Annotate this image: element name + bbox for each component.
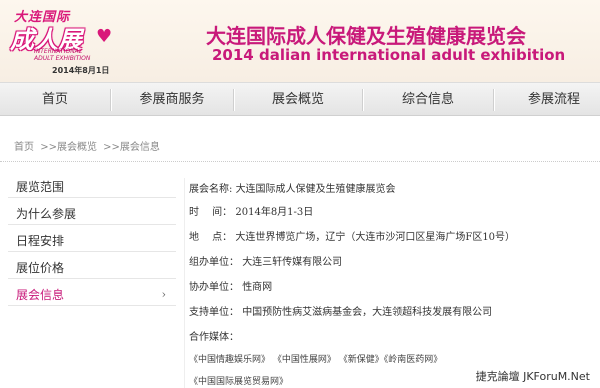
info-row-organizer: 组办单位： 大连三轩传媒有限公司	[189, 253, 342, 268]
nav-item-overview[interactable]: 展会概览	[234, 83, 362, 116]
info-value: 中国预防性病艾滋病基金会，大连领超科技发展有限公司	[242, 307, 493, 318]
main-nav: 首页 参展商服务 展会概览 综合信息 参展流程	[0, 82, 600, 116]
heart-icon: ♥	[96, 26, 113, 47]
breadcrumb-separator: >>	[103, 142, 120, 153]
nav-item-exhibitor-services[interactable]: 参展商服务	[111, 83, 233, 116]
info-row-name: 展会名称: 大连国际成人保健及生殖健康展览会	[189, 180, 396, 195]
info-value: 大连三轩传媒有限公司	[242, 257, 343, 268]
logo-en-line2: ADULT EXHIBITION	[34, 55, 91, 62]
nav-item-home[interactable]: 首页	[0, 83, 110, 116]
site-header: 大连国际 成人展 ♥ INTERNATIONAL ADULT EXHIBITIO…	[0, 0, 600, 82]
breadcrumb-current[interactable]: 展会信息	[120, 142, 160, 153]
sidebar-item-label: 展会信息	[16, 288, 65, 302]
info-row-time: 时 间： 2014年8月1-3日	[189, 203, 313, 218]
sidebar-item-schedule[interactable]: 日程安排	[8, 230, 176, 252]
breadcrumb: 首页 >>展会概览 >>展会信息	[0, 138, 600, 162]
breadcrumb-overview[interactable]: 展会概览	[57, 142, 97, 153]
chevron-right-icon: ›	[161, 288, 166, 301]
sidebar-item-label: 展览范围	[16, 180, 65, 194]
info-value: 大连世界博览广场，辽宁（大连市沙河口区星海广场F区10号）	[235, 232, 516, 243]
breadcrumb-home[interactable]: 首页	[14, 142, 34, 153]
sidebar-item-label: 日程安排	[16, 234, 65, 248]
info-row-media: 合作媒体：	[189, 328, 239, 343]
info-label: 协办单位：	[189, 282, 239, 293]
exhibition-logo[interactable]: 大连国际 成人展 ♥ INTERNATIONAL ADULT EXHIBITIO…	[4, 4, 126, 78]
forum-watermark: 捷克論壇 JKForuM.Net	[473, 368, 592, 384]
logo-en-line1: INTERNATIONAL	[34, 48, 83, 55]
site-title-chinese: 大连国际成人保健及生殖健康展览会	[206, 24, 526, 48]
info-row-supporter: 支持单位： 中国预防性病艾滋病基金会，大连领超科技发展有限公司	[189, 303, 492, 318]
sidebar-item-label: 为什么参展	[16, 207, 77, 221]
info-label: 组办单位：	[189, 257, 239, 268]
sidebar-item-why-exhibit[interactable]: 为什么参展	[8, 203, 176, 225]
media-list-line2: 《中国国际展览贸易网》	[189, 377, 289, 387]
logo-english-text: INTERNATIONAL ADULT EXHIBITION	[34, 48, 90, 62]
exhibition-info-panel: 展会名称: 大连国际成人保健及生殖健康展览会 时 间： 2014年8月1-3日 …	[184, 178, 594, 388]
info-label: 支持单位：	[189, 307, 239, 318]
nav-item-process[interactable]: 参展流程	[494, 83, 600, 116]
sidebar-menu: 展览范围 为什么参展 日程安排 展位价格 展会信息 ›	[8, 176, 176, 316]
breadcrumb-separator: >>	[40, 142, 57, 153]
site-title-english: 2014 dalian international adult exhibiti…	[212, 46, 566, 64]
sidebar-item-label: 展位价格	[16, 261, 65, 275]
nav-item-general-info[interactable]: 综合信息	[363, 83, 493, 116]
info-label: 时 间：	[189, 207, 233, 218]
sidebar-item-scope[interactable]: 展览范围	[8, 176, 176, 198]
info-value: 性商网	[242, 282, 273, 293]
info-row-location: 地 点： 大连世界博览广场，辽宁（大连市沙河口区星海广场F区10号）	[189, 228, 515, 243]
media-list-line1: 《中国情趣娱乐网》 《中国性展网》 《新保健》《岭南医药网》	[189, 355, 443, 365]
sidebar-item-booth-price[interactable]: 展位价格	[8, 257, 176, 279]
info-value: 大连国际成人保健及生殖健康展览会	[235, 184, 396, 195]
info-label: 展会名称:	[189, 184, 233, 195]
info-label: 合作媒体：	[189, 332, 239, 343]
info-label: 地 点：	[189, 232, 233, 243]
info-row-co-organizer: 协办单位： 性商网	[189, 278, 272, 293]
logo-date: 2014年8月1日	[52, 66, 110, 75]
info-value: 2014年8月1-3日	[235, 207, 314, 218]
sidebar-item-exhibition-info[interactable]: 展会信息 ›	[8, 284, 176, 306]
